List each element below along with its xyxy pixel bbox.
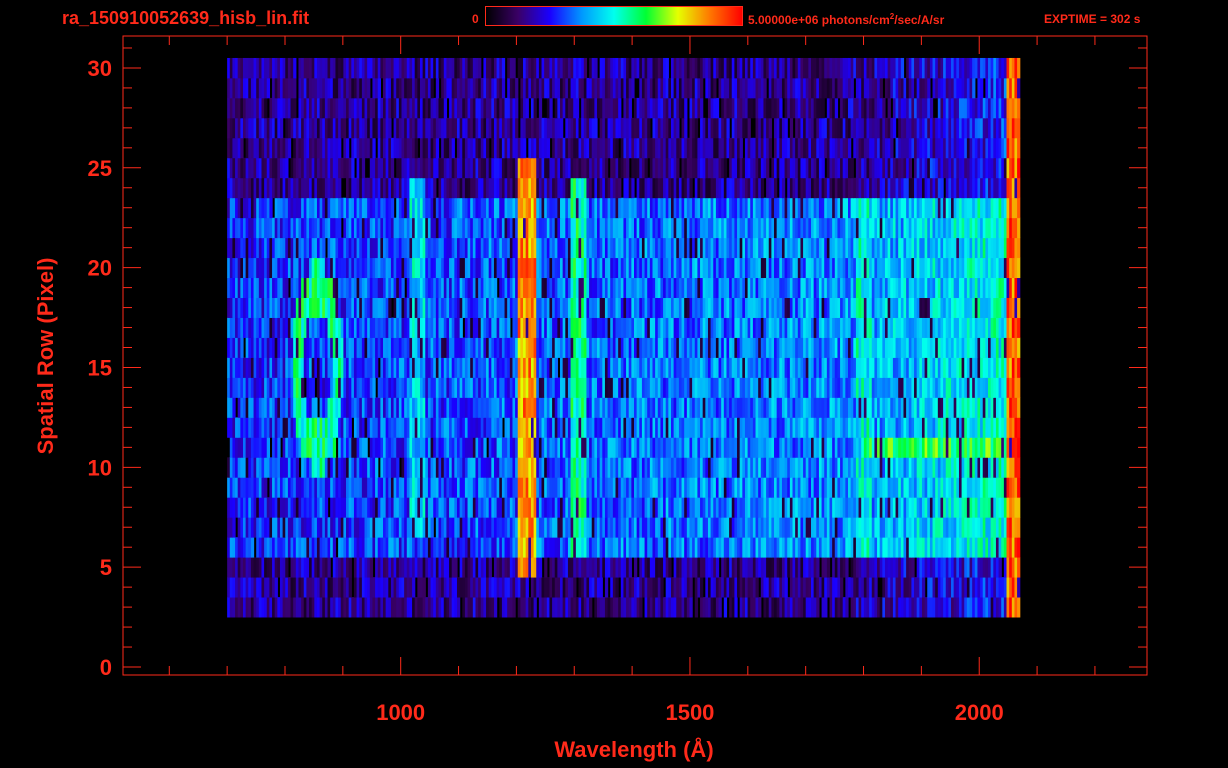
heatmap-cell	[845, 557, 849, 578]
heatmap-cell	[314, 397, 318, 418]
heatmap-cell	[589, 597, 593, 618]
heatmap-cell	[1017, 417, 1021, 438]
heatmap-cell	[396, 457, 400, 478]
heatmap-cell	[784, 577, 788, 598]
heatmap-cell	[921, 577, 926, 598]
heatmap-cell	[332, 437, 337, 458]
heatmap-cell	[1017, 517, 1021, 538]
heatmap-cell	[401, 277, 405, 298]
heatmap-cell	[634, 557, 638, 578]
heatmap-cell	[689, 577, 693, 598]
heatmap-cell	[422, 577, 426, 598]
heatmap-cell	[599, 577, 603, 598]
heatmap-cell	[285, 557, 289, 578]
heatmap-cell	[232, 397, 236, 418]
heatmap-cell	[1017, 597, 1021, 618]
heatmap-cell	[1017, 397, 1021, 418]
heatmap-cell	[1017, 337, 1021, 358]
heatmap-cells	[227, 57, 1021, 618]
heatmap-cell	[1017, 357, 1021, 378]
heatmap-cell	[874, 577, 878, 598]
heatmap-cell	[375, 457, 379, 478]
heatmap-cell	[332, 537, 337, 558]
heatmap-cell	[285, 277, 289, 298]
heatmap-cell	[1017, 437, 1021, 458]
heatmap-cell	[604, 577, 609, 598]
heatmap-cell	[266, 437, 270, 458]
heatmap-cell	[483, 437, 487, 458]
heatmap-cell	[324, 497, 329, 518]
heatmap-cell	[1017, 377, 1021, 398]
heatmap-cell	[1017, 457, 1021, 478]
heatmap-cell	[734, 597, 738, 618]
heatmap-cell	[525, 577, 529, 598]
spectrum-plot: 1000 1500 2000051015202530	[88, 35, 1148, 725]
heatmap-cell	[348, 417, 352, 438]
heatmap-cell	[911, 557, 915, 578]
heatmap-cell	[694, 597, 698, 618]
heatmap-cell	[412, 577, 416, 598]
heatmap-cell	[274, 577, 278, 598]
heatmap-cell	[816, 597, 820, 618]
heatmap-cell	[615, 577, 619, 598]
heatmap-cell	[660, 577, 664, 598]
heatmap-cell	[348, 557, 352, 578]
heatmap-cell	[824, 597, 828, 618]
heatmap-cell	[372, 377, 376, 398]
heatmap-cell	[628, 557, 632, 578]
heatmap-cell	[533, 597, 537, 618]
heatmap-cell	[845, 597, 849, 618]
heatmap-cell	[998, 557, 1002, 578]
heatmap-cell	[240, 337, 244, 358]
heatmap-cell	[668, 557, 672, 578]
heatmap-cell	[1017, 537, 1021, 558]
heatmap-cell	[295, 457, 300, 478]
heatmap-cell	[375, 357, 379, 378]
heatmap-cell	[364, 437, 368, 458]
heatmap-cell	[488, 557, 492, 578]
heatmap-cell	[499, 417, 503, 438]
heatmap-cell	[507, 317, 511, 338]
heatmap-cell	[301, 377, 305, 398]
heatmap-cell	[700, 577, 704, 598]
heatmap-cell	[327, 557, 331, 578]
heatmap-cell	[538, 557, 543, 578]
heatmap-cell	[493, 277, 498, 298]
heatmap-cell	[454, 557, 458, 578]
heatmap-cell	[277, 437, 281, 458]
heatmap-cell	[1017, 477, 1021, 498]
heatmap-cell	[369, 557, 374, 578]
heatmap-cell	[816, 557, 820, 578]
heatmap-cell	[758, 597, 762, 618]
heatmap-cell	[718, 597, 722, 618]
heatmap-cell	[311, 377, 315, 398]
heatmap-cell	[430, 517, 434, 538]
heatmap-cell	[1017, 497, 1021, 518]
heatmap-cell	[1017, 557, 1021, 578]
heatmap-cell	[715, 557, 720, 578]
heatmap-cell	[826, 557, 831, 578]
heatmap-cell	[840, 577, 844, 598]
heatmap-cell	[689, 597, 693, 618]
heatmap-cell	[232, 517, 236, 538]
heatmap-cell	[459, 317, 463, 338]
heatmap-cell	[512, 597, 516, 618]
heatmap-cell	[493, 597, 498, 618]
heatmap-cell	[264, 477, 268, 498]
heatmap-cell	[456, 597, 461, 618]
heatmap-cell	[1017, 317, 1021, 338]
heatmap-cell	[755, 577, 759, 598]
heatmap-cell	[1017, 297, 1021, 318]
heatmap-cell	[1017, 577, 1021, 598]
heatmap-cell	[723, 597, 728, 618]
heatmap-cell	[639, 597, 643, 618]
heatmap-cell	[544, 557, 548, 578]
heatmap-cell	[250, 537, 255, 558]
heatmap-cell	[388, 297, 392, 318]
heatmap-cell	[573, 577, 577, 598]
heatmap-cell	[348, 577, 352, 598]
heatmap-cell	[554, 357, 558, 378]
